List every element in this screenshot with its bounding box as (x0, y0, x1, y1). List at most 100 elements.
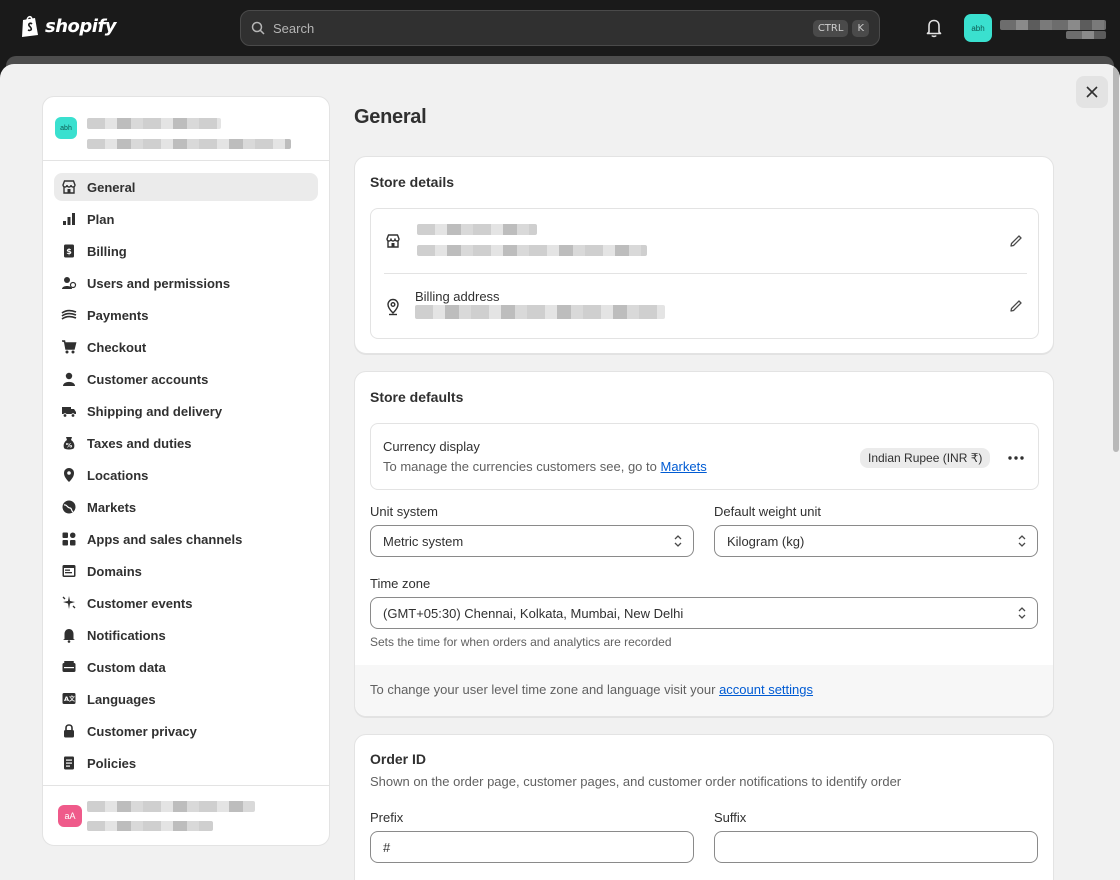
sidebar-item-users-and-permissions[interactable]: Users and permissions (54, 269, 318, 297)
sidebar-item-label: General (87, 179, 136, 195)
edit-billing-pencil-icon[interactable] (1008, 298, 1024, 314)
account-settings-link[interactable]: account settings (719, 682, 813, 697)
sidebar-item-label: Customer accounts (87, 371, 209, 387)
sidebar-item-payments[interactable]: Payments (54, 301, 318, 329)
store-details-title: Store details (370, 174, 455, 190)
scrollbar[interactable] (1113, 66, 1119, 452)
svg-text:%: % (66, 442, 73, 450)
sidebar-item-label: Users and permissions (87, 275, 231, 291)
redacted-store-name (1066, 31, 1106, 39)
store-details-card: Store details Billing address (354, 156, 1054, 354)
cart-icon (61, 339, 77, 355)
markets-link[interactable]: Markets (661, 459, 707, 474)
sidebar-item-apps-and-sales-channels[interactable]: Apps and sales channels (54, 525, 318, 553)
sidebar-item-notifications[interactable]: Notifications (54, 621, 318, 649)
currency-help-text: To manage the currencies customers see, … (383, 459, 707, 474)
store-avatar: abh (55, 117, 77, 139)
sidebar-item-checkout[interactable]: Checkout (54, 333, 318, 361)
prefix-input[interactable]: # (370, 831, 694, 863)
sidebar-item-policies[interactable]: Policies (54, 749, 318, 777)
unit-system-select[interactable]: Metric system (370, 525, 694, 557)
search-bar[interactable]: Search CTRL K (240, 10, 880, 46)
page-title: General (354, 106, 427, 128)
store-defaults-card: Store defaults Currency display To manag… (354, 371, 1054, 717)
sidebar-item-markets[interactable]: Markets (54, 493, 318, 521)
timezone-select[interactable]: (GMT+05:30) Chennai, Kolkata, Mumbai, Ne… (370, 597, 1038, 629)
sidebar-item-label: Plan (87, 211, 115, 227)
store-details-box: Billing address (370, 208, 1039, 339)
user-avatar[interactable]: abh (964, 14, 992, 42)
currency-display-box: Currency display To manage the currencie… (370, 423, 1039, 490)
prefix-value: # (383, 839, 391, 855)
sidebar-item-customer-accounts[interactable]: Customer accounts (54, 365, 318, 393)
redacted-store-domain (87, 139, 291, 149)
sidebar-item-label: Taxes and duties (87, 435, 192, 451)
sidebar-item-languages[interactable]: A 文 Languages (54, 685, 318, 713)
logo-text: shopify (45, 15, 117, 37)
truck-icon (61, 403, 77, 419)
location-pin-icon (387, 298, 399, 316)
sidebar-item-custom-data[interactable]: Custom data (54, 653, 318, 681)
order-id-title: Order ID (370, 751, 427, 767)
sidebar-item-customer-events[interactable]: Customer events (54, 589, 318, 617)
account-settings-note: To change your user level time zone and … (355, 665, 1053, 716)
sidebar-item-customer-privacy[interactable]: Customer privacy (54, 717, 318, 745)
sidebar-item-billing[interactable]: $ Billing (54, 237, 318, 265)
order-id-description: Shown on the order page, customer pages,… (370, 774, 902, 789)
sidebar-item-label: Languages (87, 691, 156, 707)
sidebar-item-label: Custom data (87, 659, 166, 675)
sidebar-item-label: Checkout (87, 339, 147, 355)
unit-system-label: Unit system (370, 504, 438, 519)
close-button[interactable] (1076, 76, 1108, 108)
policies-icon (61, 755, 77, 771)
sidebar-item-locations[interactable]: Locations (54, 461, 318, 489)
billing-receipt-icon: $ (61, 243, 77, 259)
users-icon (61, 275, 77, 291)
account-note-prefix: To change your user level time zone and … (370, 682, 716, 697)
bell-icon (61, 627, 77, 643)
custom-data-icon (61, 659, 77, 675)
settings-modal: abh General Plan $ Billing Users and permiss… (0, 64, 1120, 880)
sidebar-item-label: Customer privacy (87, 723, 197, 739)
weight-unit-label: Default weight unit (714, 504, 821, 519)
store-icon (386, 234, 400, 248)
top-bar: shopify Search CTRL K abh (0, 0, 1120, 56)
sidebar-item-label: Payments (87, 307, 149, 323)
redacted-store-contact (417, 245, 647, 256)
redacted-user-name[interactable] (1000, 20, 1106, 30)
language-icon: A文 (61, 691, 77, 707)
store-switcher[interactable]: abh (43, 97, 329, 161)
more-actions-button[interactable] (1004, 448, 1028, 468)
sidebar-nav: General Plan $ Billing Users and permissions… (43, 161, 329, 777)
account-footer[interactable]: aA (43, 785, 329, 845)
timezone-help-text: Sets the time for when orders and analyt… (370, 635, 672, 649)
person-icon (61, 371, 77, 387)
currency-help-prefix: To manage the currencies customers see, … (383, 459, 657, 474)
sidebar-item-label: Billing (87, 243, 127, 259)
svg-text:文: 文 (68, 695, 76, 703)
close-icon (1086, 86, 1098, 98)
sidebar-item-label: Customer events (87, 595, 193, 611)
suffix-input[interactable] (714, 831, 1038, 863)
redacted-billing-address (415, 305, 665, 319)
sidebar-item-domains[interactable]: Domains (54, 557, 318, 585)
search-icon (251, 21, 265, 35)
edit-store-pencil-icon[interactable] (1008, 233, 1024, 249)
sidebar-item-taxes-and-duties[interactable]: % Taxes and duties (54, 429, 318, 457)
shopify-logo[interactable]: shopify (20, 14, 117, 38)
settings-sidebar: abh General Plan $ Billing Users and permiss… (42, 96, 330, 846)
divider (384, 273, 1027, 274)
sidebar-item-plan[interactable]: Plan (54, 205, 318, 233)
sidebar-item-shipping-and-delivery[interactable]: Shipping and delivery (54, 397, 318, 425)
timezone-label: Time zone (370, 576, 431, 591)
weight-unit-value: Kilogram (kg) (727, 533, 805, 549)
sidebar-item-label: Shipping and delivery (87, 403, 223, 419)
weight-unit-select[interactable]: Kilogram (kg) (714, 525, 1038, 557)
apps-icon (61, 531, 77, 547)
notifications-bell-icon[interactable] (922, 17, 946, 39)
suffix-label: Suffix (714, 810, 747, 825)
sidebar-item-label: Domains (87, 563, 142, 579)
sidebar-item-general[interactable]: General (54, 173, 318, 201)
sidebar-item-label: Markets (87, 499, 137, 515)
search-placeholder: Search (273, 20, 315, 36)
